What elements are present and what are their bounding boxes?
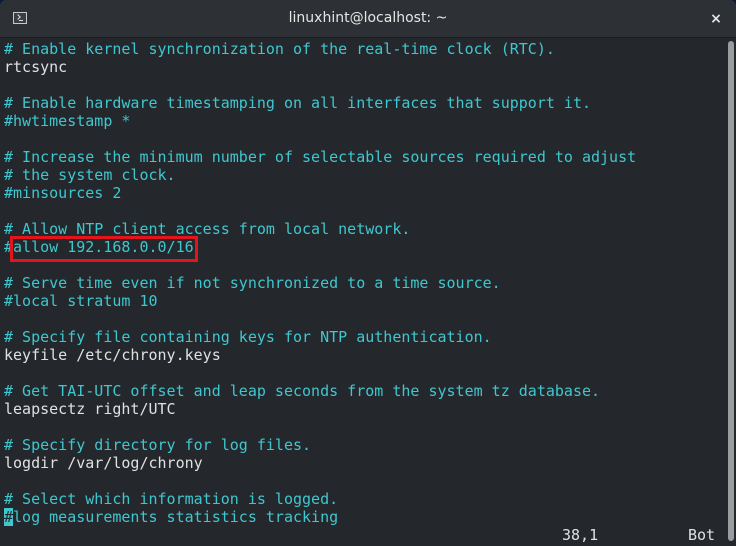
directive-line: leapsectz right/UTC [4,400,176,418]
scrollbar[interactable] [727,39,736,546]
highlight-box [10,236,198,262]
comment-line: #log measurements statistics tracking [4,508,339,526]
cursor-position: 38,1 [562,526,599,544]
comment-line: #minsources 2 [4,184,122,202]
scrollbar-thumb[interactable] [728,41,734,541]
terminal-content[interactable]: # Enable kernel synchronization of the r… [0,38,730,546]
comment-line: #hwtimestamp * [4,112,131,130]
comment-line: # Increase the minimum number of selecta… [4,148,637,166]
comment-line: # Specify directory for log files. [4,436,312,454]
comment-line: #local stratum 10 [4,292,158,310]
title-bar: linuxhint@localhost: ~ × [0,0,736,38]
terminal-window: linuxhint@localhost: ~ × # Enable kernel… [0,0,736,546]
scroll-indicator: Bot [688,526,716,544]
directive-line: logdir /var/log/chrony [4,454,203,472]
text-cursor: # [4,508,14,526]
comment-line: # Specify file containing keys for NTP a… [4,328,492,346]
comment-line: # Serve time even if not synchronized to… [4,274,501,292]
comment-line: # Get TAI-UTC offset and leap seconds fr… [4,382,601,400]
comment-line: # Select which information is logged. [4,490,339,508]
directive-line: rtcsync [4,58,68,76]
comment-line: # Enable hardware timestamping on all in… [4,94,591,112]
window-title: linuxhint@localhost: ~ [288,10,448,26]
close-button[interactable]: × [706,9,726,29]
directive-line: keyfile /etc/chrony.keys [4,346,221,364]
comment-line: # the system clock. [4,166,176,184]
comment-line: # Enable kernel synchronization of the r… [4,40,555,58]
